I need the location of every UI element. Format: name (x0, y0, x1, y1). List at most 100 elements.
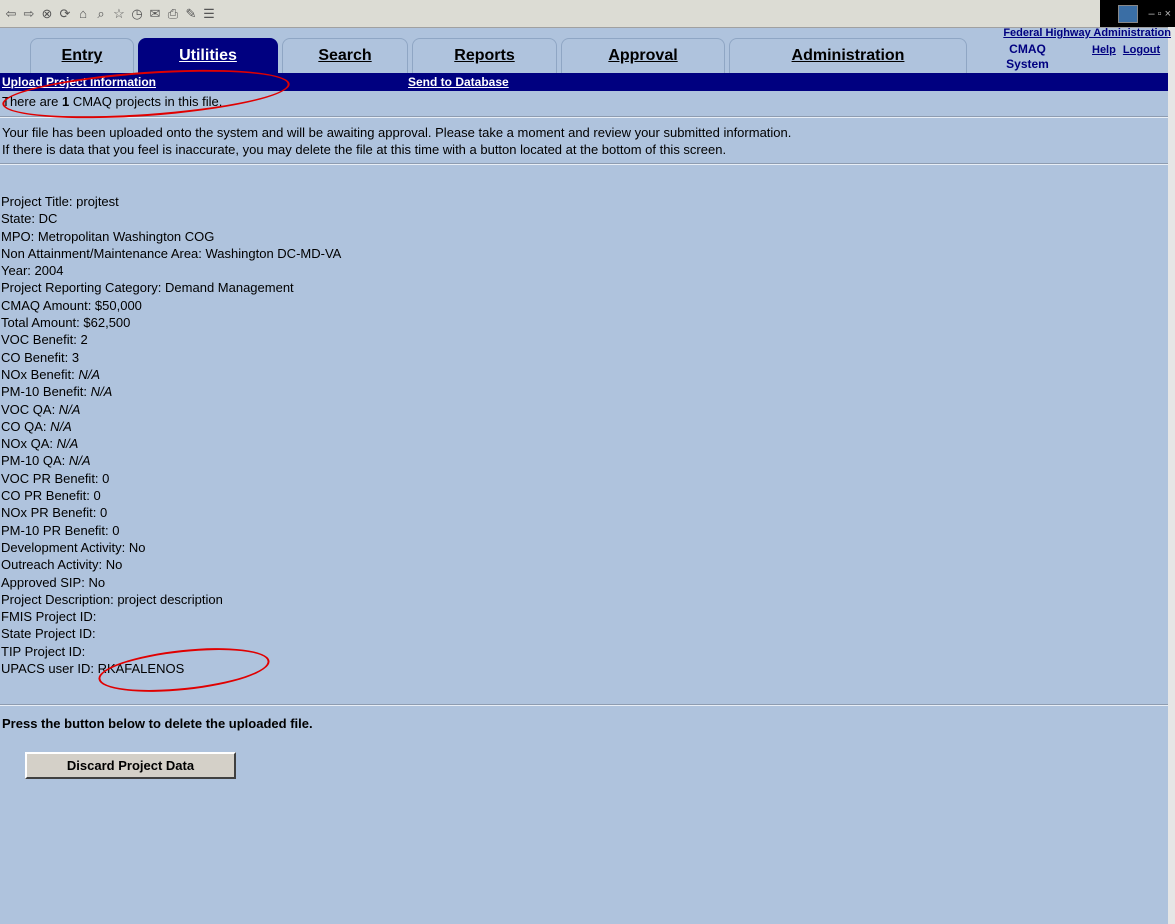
detail-row: NOx QA: N/A (1, 435, 341, 452)
tab-search[interactable]: Search (282, 38, 408, 73)
detail-label: FMIS Project ID: (1, 609, 97, 625)
divider (0, 704, 1168, 706)
detail-value: N/A (68, 453, 91, 469)
detail-label: PM-10 Benefit: (1, 384, 91, 400)
detail-row: Non Attainment/Maintenance Area: Washing… (1, 245, 341, 262)
favorites-icon[interactable]: ☆ (113, 6, 125, 22)
search-icon[interactable]: ⌕ (95, 6, 107, 22)
detail-value: N/A (78, 366, 100, 382)
detail-value: N/A (90, 384, 113, 400)
detail-label: CO PR Benefit: (1, 488, 94, 504)
detail-value: Washington DC-MD-VA (205, 245, 342, 261)
detail-label: CMAQ Amount: (1, 297, 95, 313)
detail-value: No (105, 557, 123, 573)
detail-label: CO Benefit: (1, 349, 72, 365)
detail-label: Approved SIP: (1, 574, 89, 590)
detail-row: CO QA: N/A (1, 418, 341, 435)
detail-row: PM-10 Benefit: N/A (1, 383, 341, 400)
detail-row: Total Amount: $62,500 (1, 314, 341, 331)
detail-row: Year: 2004 (1, 262, 341, 279)
detail-value: 0 (102, 470, 110, 486)
detail-row: Project Title: projtest (1, 193, 341, 210)
detail-value: N/A (56, 436, 79, 452)
detail-value: 0 (93, 488, 101, 504)
logout-link[interactable]: Logout (1123, 44, 1160, 56)
system-label-line1: CMAQ (1009, 42, 1046, 56)
delete-prompt: Press the button below to delete the upl… (2, 716, 313, 731)
detail-row: NOx PR Benefit: 0 (1, 504, 341, 521)
detail-label: State: (1, 211, 39, 227)
help-link[interactable]: Help (1092, 44, 1116, 56)
detail-value: DC (38, 211, 58, 227)
upload-message-line1: Your file has been uploaded onto the sys… (2, 125, 792, 140)
windows-logo-icon (1118, 4, 1139, 23)
detail-value: projtest (76, 194, 119, 209)
detail-label: Project Description: (1, 591, 118, 607)
upload-message-line2: If there is data that you feel is inaccu… (2, 142, 727, 157)
detail-row: Project Description: project description (1, 591, 341, 608)
detail-row: Development Activity: No (1, 539, 341, 556)
forward-icon[interactable]: ⇨ (23, 6, 35, 22)
tab-administration[interactable]: Administration (729, 38, 967, 73)
toolbar-icons: ⇦ ⇨ ⊗ ⟳ ⌂ ⌕ ☆ ◷ ✉ ⎙ ✎ ☰ (5, 6, 215, 22)
divider (0, 116, 1168, 118)
detail-label: State Project ID: (1, 626, 96, 642)
detail-label: NOx QA: (1, 436, 57, 452)
detail-row: Project Reporting Category: Demand Manag… (1, 279, 341, 296)
detail-row: State: DC (1, 210, 341, 227)
discuss-icon[interactable]: ☰ (203, 6, 215, 22)
fhwa-link[interactable]: Federal Highway Administration (1003, 27, 1171, 39)
send-to-database-link[interactable]: Send to Database (408, 75, 509, 89)
project-details: Project Title: projtest State: DC MPO: Met… (1, 193, 341, 677)
detail-label: Development Activity: (1, 539, 129, 555)
detail-label: NOx PR Benefit: (1, 505, 100, 521)
refresh-icon[interactable]: ⟳ (59, 6, 71, 22)
detail-value: No (128, 539, 146, 555)
detail-label: TIP Project ID: (1, 643, 86, 659)
detail-row: State Project ID: (1, 625, 341, 642)
tab-utilities[interactable]: Utilities (138, 38, 278, 73)
detail-row: VOC Benefit: 2 (1, 331, 341, 348)
detail-row: CMAQ Amount: $50,000 (1, 297, 341, 314)
detail-label: NOx Benefit: (1, 366, 79, 382)
help-links: Help Logout (1092, 44, 1164, 56)
print-icon[interactable]: ⎙ (167, 6, 179, 22)
back-icon[interactable]: ⇦ (5, 6, 17, 22)
detail-row: PM-10 QA: N/A (1, 452, 341, 469)
detail-value: $62,500 (83, 315, 131, 331)
edit-icon[interactable]: ✎ (185, 6, 197, 22)
detail-value: Metropolitan Washington COG (37, 228, 215, 244)
detail-value: Demand Management (165, 280, 294, 296)
window-controls-glyphs[interactable]: – ▫ × (1148, 8, 1171, 20)
detail-value: 3 (71, 349, 80, 365)
detail-value: 0 (112, 522, 120, 538)
home-icon[interactable]: ⌂ (77, 6, 89, 21)
detail-label: Project Title: (1, 194, 77, 209)
detail-value: project description (117, 591, 223, 607)
mail-icon[interactable]: ✉ (149, 6, 161, 22)
detail-row: CO Benefit: 3 (1, 349, 341, 366)
vertical-scrollbar[interactable] (1168, 27, 1175, 924)
window-controls[interactable]: – ▫ × (1100, 0, 1175, 27)
detail-value: $50,000 (94, 297, 142, 313)
discard-project-data-button[interactable]: Discard Project Data (25, 752, 236, 779)
detail-label: Non Attainment/Maintenance Area: (1, 245, 206, 261)
tab-approval[interactable]: Approval (561, 38, 725, 73)
tab-entry[interactable]: Entry (30, 38, 134, 73)
detail-row: VOC QA: N/A (1, 401, 341, 418)
detail-label: Total Amount: (1, 315, 84, 331)
detail-value: N/A (58, 401, 81, 417)
divider (0, 163, 1168, 165)
detail-row: MPO: Metropolitan Washington COG (1, 228, 341, 245)
detail-row: CO PR Benefit: 0 (1, 487, 341, 504)
detail-label: VOC PR Benefit: (1, 470, 103, 486)
detail-row: Outreach Activity: No (1, 556, 341, 573)
system-label-line2: System (1006, 57, 1049, 71)
detail-value: 0 (99, 505, 108, 521)
browser-toolbar: ⇦ ⇨ ⊗ ⟳ ⌂ ⌕ ☆ ◷ ✉ ⎙ ✎ ☰ – ▫ × (0, 0, 1175, 28)
history-icon[interactable]: ◷ (131, 6, 143, 22)
detail-row: PM-10 PR Benefit: 0 (1, 522, 341, 539)
stop-icon[interactable]: ⊗ (41, 6, 53, 22)
tab-reports[interactable]: Reports (412, 38, 557, 73)
detail-label: CO QA: (1, 418, 51, 434)
